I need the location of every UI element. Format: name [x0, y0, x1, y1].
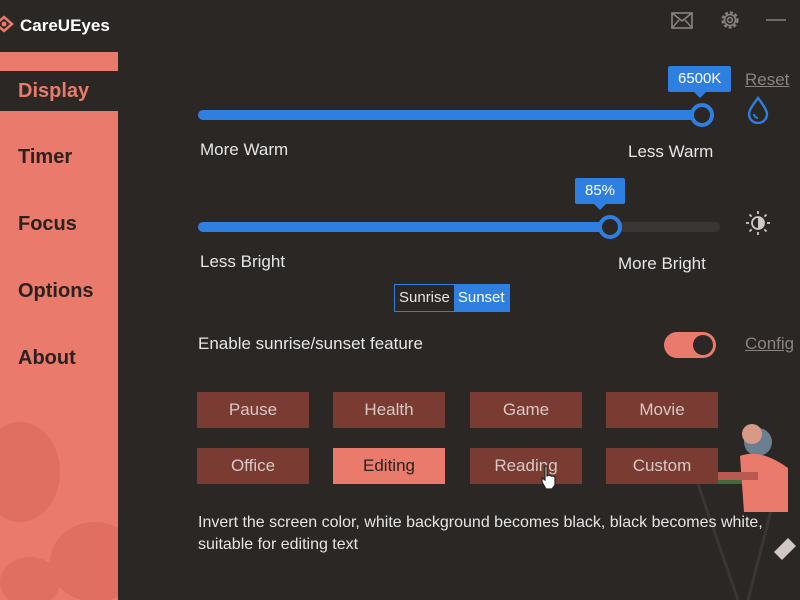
sidebar-item-timer[interactable]: Timer	[0, 137, 118, 177]
mode-button-custom[interactable]: Custom	[606, 448, 718, 484]
temperature-slider[interactable]	[198, 103, 714, 127]
mail-icon[interactable]	[670, 8, 694, 32]
reset-link[interactable]: Reset	[745, 70, 789, 90]
temperature-value: 6500K	[678, 70, 722, 87]
mode-button-editing[interactable]: Editing	[333, 448, 445, 484]
mode-button-movie[interactable]: Movie	[606, 392, 718, 428]
mode-button-reading[interactable]: Reading	[470, 448, 582, 484]
sunrise-sunset-toggle: Sunrise Sunset	[394, 284, 510, 312]
brightness-slider[interactable]	[198, 215, 720, 239]
brightness-value: 85%	[585, 182, 616, 199]
gear-icon[interactable]	[718, 8, 742, 32]
sidebar-item-label: Focus	[18, 213, 77, 235]
water-drop-icon[interactable]	[746, 96, 770, 124]
temperature-value-badge: 6500K	[668, 66, 732, 98]
brightness-icon[interactable]	[745, 210, 771, 236]
sidebar-item-display[interactable]: Display	[0, 71, 118, 111]
less-bright-label: Less Bright	[200, 252, 286, 271]
sunrise-feature-label: Enable sunrise/sunset feature	[198, 334, 423, 353]
switch-knob	[693, 335, 713, 355]
less-warm-label: Less Warm	[628, 142, 714, 161]
eye-logo-icon	[0, 15, 14, 33]
sidebar-item-about[interactable]: About	[0, 338, 118, 378]
sidebar-item-focus[interactable]: Focus	[0, 204, 118, 244]
sidebar-item-options[interactable]: Options	[0, 271, 118, 311]
sunrise-feature-switch[interactable]	[664, 332, 716, 358]
temperature-slider-thumb[interactable]	[690, 103, 714, 127]
sidebar-item-label: Timer	[18, 146, 73, 168]
more-bright-label: More Bright	[618, 254, 706, 273]
brightness-slider-fill	[198, 222, 611, 232]
sidebar-item-label: About	[18, 347, 76, 369]
title-bar: CareUEyes	[0, 0, 800, 52]
minimize-icon[interactable]	[764, 8, 788, 32]
leaf-decoration	[0, 422, 118, 600]
brightness-slider-thumb[interactable]	[598, 215, 623, 239]
sidebar-item-label: Display	[18, 80, 90, 102]
temperature-slider-fill	[198, 110, 702, 120]
config-link[interactable]: Config	[745, 334, 794, 354]
mode-button-office[interactable]: Office	[197, 448, 309, 484]
mode-description: Invert the screen color, white backgroun…	[198, 514, 763, 553]
mode-button-pause[interactable]: Pause	[197, 392, 309, 428]
app-title: CareUEyes	[20, 16, 110, 35]
sidebar-item-label: Options	[18, 280, 94, 302]
more-warm-label: More Warm	[200, 140, 289, 159]
mode-button-game[interactable]: Game	[470, 392, 582, 428]
brightness-value-badge: 85%	[575, 178, 626, 210]
hand-cursor-icon	[541, 465, 556, 490]
sidebar: Display Timer Focus Options About	[0, 52, 118, 600]
display-panel: 6500K Reset More Warm Less Warm 85% Less…	[118, 52, 800, 600]
sunset-option[interactable]: Sunset	[453, 285, 509, 311]
sunrise-option[interactable]: Sunrise	[395, 285, 454, 311]
mode-button-health[interactable]: Health	[333, 392, 445, 428]
